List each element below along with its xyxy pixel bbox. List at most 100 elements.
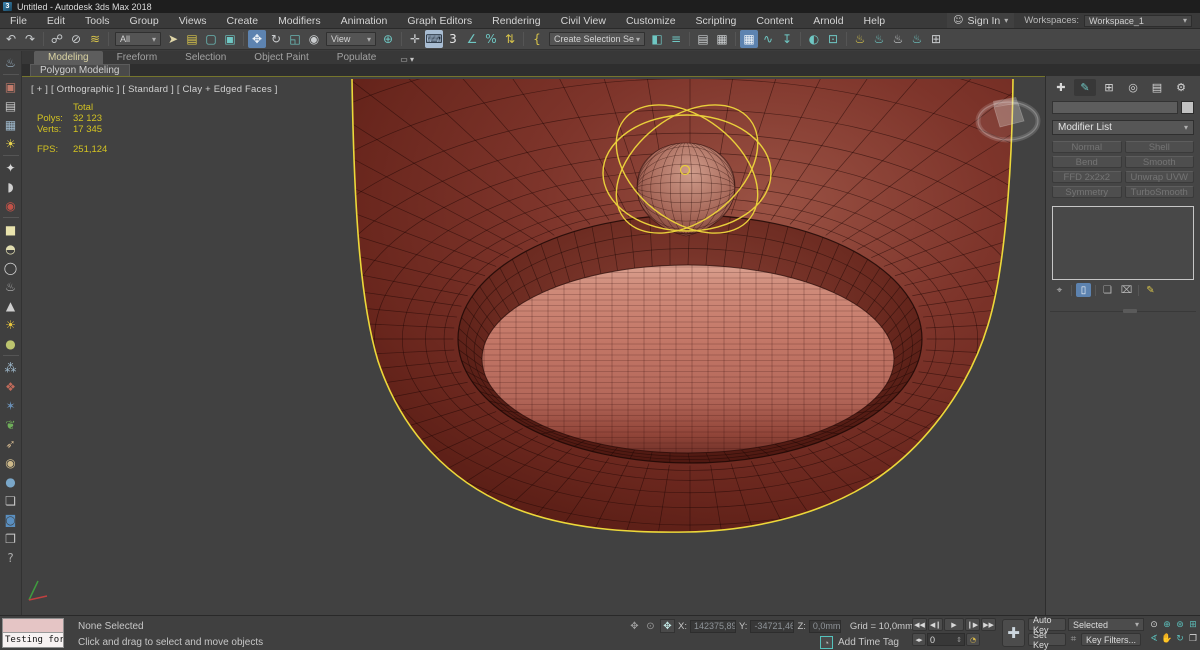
mirror-icon[interactable]: ◧ <box>648 30 666 48</box>
align-icon[interactable]: ≡ <box>667 30 685 48</box>
help-icon[interactable]: ? <box>1 548 21 567</box>
rain-particles-icon[interactable]: ⁂ <box>1 358 21 377</box>
schematic-list-icon[interactable]: ▤ <box>1 96 21 115</box>
molecule-spheres-icon[interactable]: ❖ <box>1 377 21 396</box>
select-object-icon[interactable]: ➤ <box>164 30 182 48</box>
orbit-icon[interactable]: ↻ <box>1174 632 1186 645</box>
menu-scripting[interactable]: Scripting <box>686 13 747 28</box>
render-presets-grid-icon[interactable]: ⊞ <box>927 30 945 48</box>
keyboard-shortcut-override-icon[interactable]: ⌨ <box>425 30 443 48</box>
reference-coordinate-system-dropdown[interactable]: View ▾ <box>326 32 376 46</box>
window-crossing-icon[interactable]: ▣ <box>221 30 239 48</box>
rectangular-selection-region-icon[interactable]: ▢ <box>202 30 220 48</box>
utilities-tab-icon[interactable]: ⚙ <box>1170 79 1192 96</box>
display-tab-icon[interactable]: ▤ <box>1146 79 1168 96</box>
remove-modifier-icon[interactable]: ⌧ <box>1119 283 1134 297</box>
menu-civil-view[interactable]: Civil View <box>551 13 616 28</box>
document-icon[interactable]: ❐ <box>1 529 21 548</box>
teapot-primitive-icon[interactable]: ♨ <box>1 277 21 296</box>
render-in-cloud-teapot-icon[interactable]: ♨ <box>870 30 888 48</box>
edit-named-selection-sets-icon[interactable]: { <box>528 30 546 48</box>
half-dome-icon[interactable]: ◗ <box>1 177 21 196</box>
box-primitive-icon[interactable]: ■ <box>1 220 21 239</box>
bird-icon[interactable]: ➶ <box>1 434 21 453</box>
undo-icon[interactable]: ↶ <box>2 30 20 48</box>
select-and-rotate-icon[interactable]: ↻ <box>267 30 285 48</box>
tab-polygon-modeling[interactable]: Polygon Modeling <box>30 64 130 76</box>
menu-customize[interactable]: Customize <box>616 13 686 28</box>
menu-edit[interactable]: Edit <box>37 13 75 28</box>
object-name-field[interactable] <box>1052 101 1178 114</box>
z-coordinate-field[interactable]: 0,0mm <box>808 619 841 633</box>
menu-graph-editors[interactable]: Graph Editors <box>397 13 482 28</box>
cone-primitive-icon[interactable]: ▲ <box>1 296 21 315</box>
menu-views[interactable]: Views <box>169 13 217 28</box>
image-viewer-icon[interactable]: ▣ <box>1 77 21 96</box>
listener-script-row[interactable]: Testing for i <box>3 633 63 647</box>
sphere-primitive-icon[interactable]: ◯ <box>1 258 21 277</box>
create-tab-icon[interactable]: ✚ <box>1050 79 1072 96</box>
curve-editor-icon[interactable]: ∿ <box>759 30 777 48</box>
maxscript-mini-listener[interactable]: Testing for i <box>2 618 64 648</box>
pin-stack-icon[interactable]: ⌖ <box>1052 283 1067 297</box>
menu-file[interactable]: File <box>0 13 37 28</box>
menu-animation[interactable]: Animation <box>331 13 398 28</box>
snaps-toggle-icon[interactable]: 3 <box>444 30 462 48</box>
time-configuration-icon[interactable]: ◔ <box>966 633 980 646</box>
modifier-stack-list[interactable] <box>1052 206 1194 280</box>
sign-in-button[interactable]: ☺ Sign In ▾ <box>947 13 1015 28</box>
percent-snap-icon[interactable]: % <box>482 30 500 48</box>
hierarchy-tab-icon[interactable]: ⊞ <box>1098 79 1120 96</box>
schematic-view-icon[interactable]: ↧ <box>778 30 796 48</box>
menu-rendering[interactable]: Rendering <box>482 13 550 28</box>
select-and-move-icon[interactable]: ✥ <box>248 30 266 48</box>
zoom-extents-icon[interactable]: ⊛ <box>1174 618 1186 631</box>
material-editor-icon[interactable]: ◐ <box>805 30 823 48</box>
key-filter-icon[interactable]: ⌗ <box>1068 633 1079 646</box>
menu-group[interactable]: Group <box>120 13 169 28</box>
add-time-tag-label[interactable]: Add Time Tag <box>838 637 899 648</box>
menu-modifiers[interactable]: Modifiers <box>268 13 331 28</box>
current-frame-field[interactable]: 0 ⇕ <box>927 633 965 646</box>
maximize-viewport-icon[interactable]: ❐ <box>1187 632 1199 645</box>
named-selection-set-combo[interactable]: Create Selection Se ▾ <box>549 32 645 46</box>
viewport[interactable]: [ + ] [ Orthographic ] [ Standard ] [ Cl… <box>22 76 1045 615</box>
select-and-link-icon[interactable]: ☍ <box>48 30 66 48</box>
previous-frame-button[interactable]: ◀❙ <box>928 618 943 631</box>
panel-divider[interactable] <box>1050 309 1196 313</box>
render-setup-icon[interactable]: ⊡ <box>824 30 842 48</box>
modifier-button-shell[interactable]: Shell <box>1124 141 1194 153</box>
light-bulb-icon[interactable]: ☀ <box>1 134 21 153</box>
frame-spinner[interactable]: ⇕ <box>956 636 962 644</box>
render-production-teapot-icon[interactable]: ♨ <box>851 30 869 48</box>
foliage-icon[interactable]: ❦ <box>1 415 21 434</box>
ribbon-tab-freeform[interactable]: Freeform <box>103 51 172 64</box>
time-tag-icon[interactable]: ◔ <box>820 636 833 649</box>
redo-icon[interactable]: ↷ <box>21 30 39 48</box>
key-mode-toggle-icon[interactable]: ◂▸ <box>912 633 926 646</box>
angle-snap-icon[interactable]: ∠ <box>463 30 481 48</box>
select-by-name-icon[interactable]: ▤ <box>183 30 201 48</box>
camera-icon[interactable]: ◉ <box>1 196 21 215</box>
next-frame-button[interactable]: ❙▶ <box>965 618 980 631</box>
render-teapot-icon[interactable]: ♨ <box>1 53 21 72</box>
viewport-header[interactable]: [ + ] [ Orthographic ] [ Standard ] [ Cl… <box>31 84 278 95</box>
ribbon-tab-selection[interactable]: Selection <box>171 51 240 64</box>
set-key-button[interactable]: Set Key <box>1028 630 1066 650</box>
go-to-start-button[interactable]: ◀◀ <box>912 618 927 631</box>
scene-explorer-icon[interactable]: ▤ <box>694 30 712 48</box>
show-end-result-icon[interactable]: ▯ <box>1076 283 1091 297</box>
shell-icon[interactable]: ◉ <box>1 453 21 472</box>
transform-type-in-icon[interactable]: ✥ <box>660 619 675 633</box>
dome-primitive-icon[interactable]: ◓ <box>1 239 21 258</box>
go-to-end-button[interactable]: ▶▶ <box>981 618 996 631</box>
modifier-button-turbosmooth[interactable]: TurboSmooth <box>1124 186 1194 198</box>
zoom-icon[interactable]: ⊙ <box>1148 618 1160 631</box>
selection-filter-dropdown[interactable]: All ▾ <box>115 32 161 46</box>
pan-icon[interactable]: ✋ <box>1161 632 1173 645</box>
render-last-teapot-icon[interactable]: ♨ <box>908 30 926 48</box>
menu-create[interactable]: Create <box>217 13 269 28</box>
y-coordinate-field[interactable]: -34721,46 <box>750 619 795 633</box>
ribbon-tab-populate[interactable]: Populate <box>323 51 390 64</box>
select-and-scale-icon[interactable]: ◱ <box>286 30 304 48</box>
